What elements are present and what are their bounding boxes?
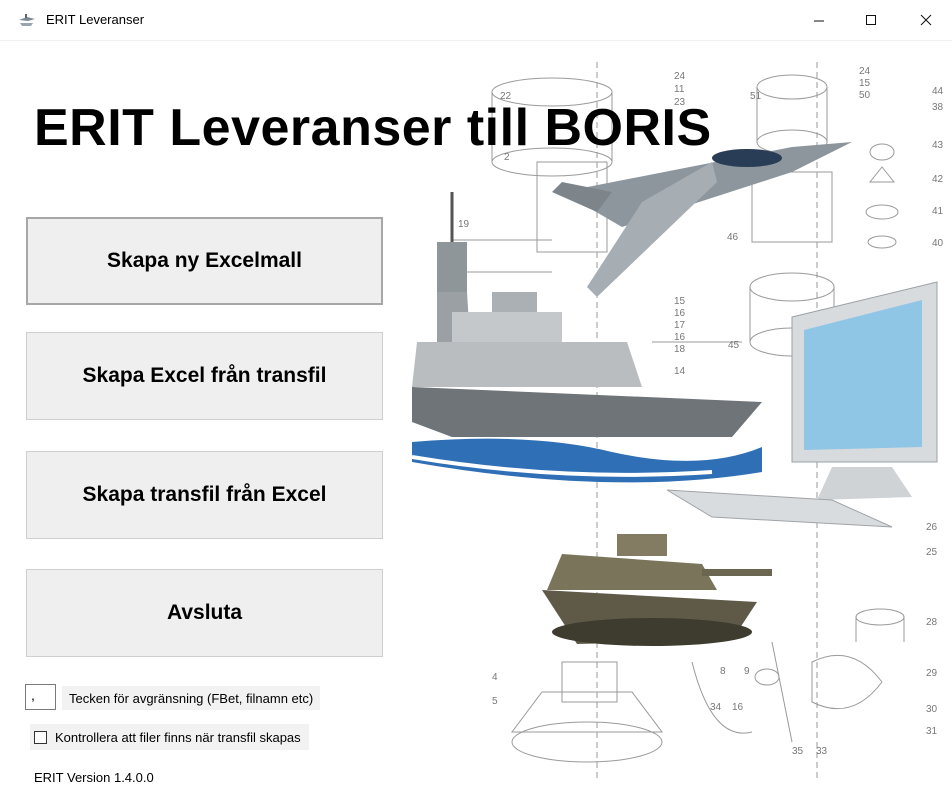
svg-text:4: 4 — [492, 672, 498, 683]
svg-text:33: 33 — [816, 746, 828, 757]
svg-text:5: 5 — [492, 696, 498, 707]
svg-text:15: 15 — [674, 296, 686, 307]
check-files-label: Kontrollera att filer finns när transfil… — [55, 729, 301, 745]
maximize-icon — [866, 15, 876, 25]
svg-text:19: 19 — [458, 219, 470, 230]
check-files-checkbox[interactable] — [34, 730, 47, 744]
svg-text:25: 25 — [926, 547, 938, 558]
delimiter-input[interactable]: , — [25, 684, 56, 710]
maximize-button[interactable] — [848, 0, 894, 40]
svg-text:46: 46 — [727, 232, 739, 243]
svg-text:44: 44 — [932, 86, 944, 97]
svg-text:34: 34 — [710, 702, 722, 713]
minimize-icon — [814, 20, 824, 22]
svg-text:17: 17 — [674, 320, 686, 331]
svg-text:16: 16 — [674, 308, 686, 319]
close-button[interactable] — [903, 0, 949, 40]
svg-text:35: 35 — [792, 746, 804, 757]
svg-text:29: 29 — [926, 668, 938, 679]
create-excel-from-transfile-button[interactable]: Skapa Excel från transfil — [26, 332, 383, 420]
svg-text:40: 40 — [932, 238, 944, 249]
svg-text:30: 30 — [926, 704, 938, 715]
create-excel-template-button[interactable]: Skapa ny Excelmall — [26, 217, 383, 305]
svg-text:26: 26 — [926, 522, 938, 533]
svg-text:45: 45 — [728, 340, 740, 351]
app-heading: ERIT Leveranser till BORIS — [34, 99, 712, 157]
svg-text:42: 42 — [932, 174, 944, 185]
check-files-option[interactable]: Kontrollera att filer finns när transfil… — [30, 724, 309, 750]
svg-text:43: 43 — [932, 140, 944, 151]
svg-text:8: 8 — [720, 666, 726, 677]
svg-text:15: 15 — [859, 78, 871, 89]
svg-text:51: 51 — [750, 91, 762, 102]
svg-text:41: 41 — [932, 206, 944, 217]
svg-text:38: 38 — [932, 102, 944, 113]
svg-text:18: 18 — [674, 344, 686, 355]
svg-text:50: 50 — [859, 90, 871, 101]
svg-text:16: 16 — [674, 332, 686, 343]
svg-text:16: 16 — [732, 702, 744, 713]
app-icon — [19, 14, 35, 26]
svg-text:14: 14 — [674, 366, 686, 377]
exit-button[interactable]: Avsluta — [26, 569, 383, 657]
svg-text:31: 31 — [926, 726, 938, 737]
svg-text:9: 9 — [744, 666, 750, 677]
minimize-button[interactable] — [796, 0, 842, 40]
svg-text:11: 11 — [674, 84, 685, 95]
svg-text:28: 28 — [926, 617, 938, 628]
title-bar: ERIT Leveranser — [0, 0, 952, 41]
svg-text:24: 24 — [859, 66, 871, 77]
close-icon — [920, 14, 932, 26]
svg-text:24: 24 — [674, 71, 686, 82]
window-title: ERIT Leveranser — [46, 12, 145, 27]
delimiter-label: Tecken för avgränsning (FBet, filnamn et… — [62, 686, 321, 710]
create-transfile-from-excel-button[interactable]: Skapa transfil från Excel — [26, 451, 383, 539]
version-label: ERIT Version 1.4.0.0 — [34, 770, 154, 785]
